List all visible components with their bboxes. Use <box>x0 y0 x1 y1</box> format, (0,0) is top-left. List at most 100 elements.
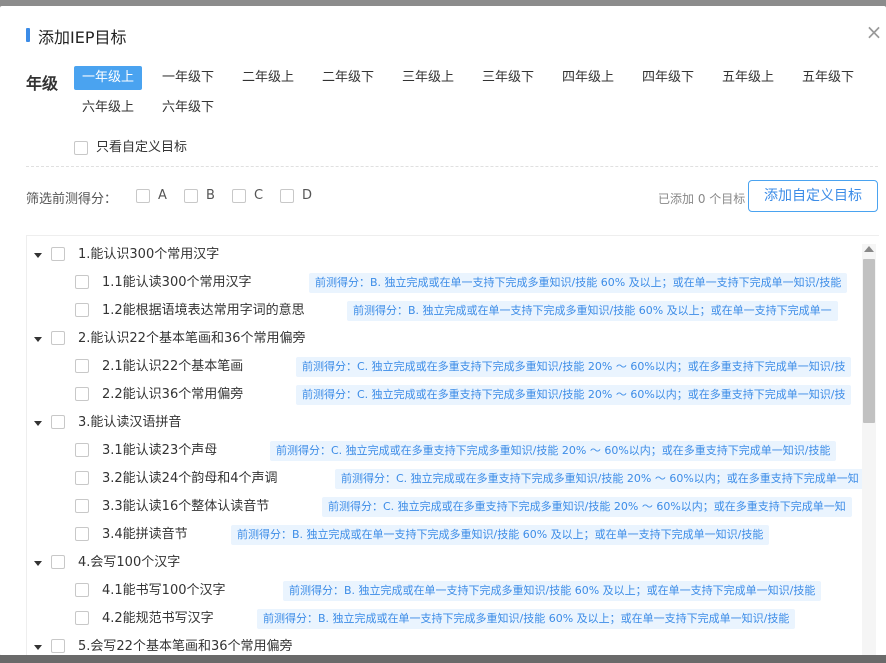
goal-checkbox[interactable] <box>51 555 65 569</box>
tab-grade-4[interactable]: 三年级上 <box>394 66 462 90</box>
subgoal-checkbox[interactable] <box>75 359 89 373</box>
subgoal-row[interactable]: 1.1能认读300个常用汉字 前测得分：B. 独立完成或在单一支持下完成多重知识/… <box>27 269 879 297</box>
tab-grade-7[interactable]: 四年级下 <box>634 66 702 90</box>
score-badge: 前测得分：B. 独立完成或在单一支持下完成多重知识/技能 60% 及以上；或在单… <box>347 301 838 321</box>
tab-grade-5[interactable]: 三年级下 <box>474 66 542 90</box>
tab-grade-2[interactable]: 二年级上 <box>234 66 302 90</box>
subgoal-checkbox[interactable] <box>75 303 89 317</box>
subgoal-row[interactable]: 4.2能规范书写汉字 前测得分：B. 独立完成或在单一支持下完成多重知识/技能 6… <box>27 605 879 633</box>
scroll-up-icon[interactable] <box>864 246 874 252</box>
goal-checkbox[interactable] <box>51 331 65 345</box>
goal-checkbox[interactable] <box>51 639 65 653</box>
tab-grade-6[interactable]: 四年级上 <box>554 66 622 90</box>
custom-only-label: 只看自定义目标 <box>96 140 188 155</box>
subgoal-label: 2.2能认识36个常用偏旁 <box>102 387 244 402</box>
chevron-down-icon[interactable] <box>34 337 42 342</box>
custom-only-checkbox[interactable] <box>74 140 88 155</box>
subgoal-checkbox[interactable] <box>75 443 89 457</box>
score-badge: 前测得分：C. 独立完成或在多重支持下完成多重知识/技能 20% ～ 60%以内… <box>322 497 852 517</box>
chevron-down-icon[interactable] <box>34 561 42 566</box>
subgoal-row[interactable]: 3.1能认读23个声母 前测得分：C. 独立完成或在多重支持下完成多重知识/技能 … <box>27 437 879 465</box>
score-badge: 前测得分：C. 独立完成或在多重支持下完成多重知识/技能 20% ～ 60%以内… <box>270 441 837 461</box>
tab-grade-1[interactable]: 一年级下 <box>154 66 222 90</box>
goal-checkbox[interactable] <box>51 247 65 261</box>
subgoal-checkbox[interactable] <box>75 275 89 289</box>
subgoal-checkbox[interactable] <box>75 611 89 625</box>
goal-list: 1.能认识300个常用汉字 1.1能认读300个常用汉字 前测得分：B. 独立完成或… <box>26 235 879 656</box>
filter-option-b[interactable]: B <box>184 188 215 203</box>
goal-label: 4.会写100个汉字 <box>78 555 181 570</box>
goal-label: 1.能认识300个常用汉字 <box>78 247 220 262</box>
subgoal-row[interactable]: 3.2能认读24个韵母和4个声调 前测得分：C. 独立完成或在多重支持下完成多重知… <box>27 465 879 493</box>
title-accent-bar <box>26 28 30 42</box>
subgoal-label: 4.1能书写100个汉字 <box>102 583 226 598</box>
chevron-down-icon[interactable] <box>34 421 42 426</box>
filter-option-label: C <box>254 188 264 203</box>
filter-option-label: D <box>302 188 313 203</box>
subgoal-checkbox[interactable] <box>75 387 89 401</box>
subgoal-label: 1.1能认读300个常用汉字 <box>102 275 252 290</box>
filter-checkbox-c[interactable] <box>232 188 246 203</box>
tab-grade-11[interactable]: 六年级下 <box>154 96 222 120</box>
goal-row[interactable]: 1.能认识300个常用汉字 <box>27 241 879 269</box>
scrollbar-thumb[interactable] <box>863 259 875 423</box>
subgoal-row[interactable]: 2.1能认识22个基本笔画 前测得分：C. 独立完成或在多重支持下完成多重知识/技… <box>27 353 879 381</box>
custom-only-filter[interactable]: 只看自定义目标 <box>74 136 187 155</box>
goal-row[interactable]: 2.能认识22个基本笔画和36个常用偏旁 <box>27 325 879 353</box>
score-badge: 前测得分：C. 独立完成或在多重支持下完成多重知识/技能 20% ～ 60%以内… <box>296 385 852 405</box>
add-iep-goal-dialog: 添加IEP目标 × 年级 一年级上 一年级下 二年级上 二年级下 三年级上 三年级下 四年级… <box>0 6 886 656</box>
filter-checkbox-a[interactable] <box>136 188 150 203</box>
subgoal-label: 3.4能拼读音节 <box>102 527 188 542</box>
chevron-down-icon[interactable] <box>34 645 42 650</box>
goal-row[interactable]: 3.能认读汉语拼音 <box>27 409 879 437</box>
score-badge: 前测得分：C. 独立完成或在多重支持下完成多重知识/技能 20% ～ 60%以内… <box>296 357 852 377</box>
score-badge: 前测得分：B. 独立完成或在单一支持下完成多重知识/技能 60% 及以上；或在单… <box>309 273 848 293</box>
filter-checkbox-b[interactable] <box>184 188 198 203</box>
subgoal-checkbox[interactable] <box>75 583 89 597</box>
subgoal-label: 4.2能规范书写汉字 <box>102 611 214 626</box>
subgoal-checkbox[interactable] <box>75 527 89 541</box>
goal-checkbox[interactable] <box>51 415 65 429</box>
subgoal-label: 2.1能认识22个基本笔画 <box>102 359 244 374</box>
close-icon[interactable]: × <box>864 22 884 42</box>
added-count: 已添加 0 个目标 <box>658 192 746 206</box>
subgoal-checkbox[interactable] <box>75 499 89 513</box>
subgoal-checkbox[interactable] <box>75 471 89 485</box>
tab-grade-9[interactable]: 五年级下 <box>794 66 862 90</box>
tab-grade-8[interactable]: 五年级上 <box>714 66 782 90</box>
score-badge: 前测得分：B. 独立完成或在单一支持下完成多重知识/技能 60% 及以上；或在单… <box>231 525 770 545</box>
filter-option-c[interactable]: C <box>232 188 263 203</box>
filter-option-a[interactable]: A <box>136 188 167 203</box>
filter-option-label: A <box>158 188 167 203</box>
filter-checkbox-d[interactable] <box>280 188 294 203</box>
divider <box>26 166 878 167</box>
page-backdrop-bottom <box>0 655 886 663</box>
subgoal-row[interactable]: 4.1能书写100个汉字 前测得分：B. 独立完成或在单一支持下完成多重知识/技能… <box>27 577 879 605</box>
subgoal-label: 1.2能根据语境表达常用字词的意思 <box>102 303 305 318</box>
goal-label: 3.能认读汉语拼音 <box>78 415 182 430</box>
filter-label: 筛选前测得分： <box>26 192 118 207</box>
goal-label: 2.能认识22个基本笔画和36个常用偏旁 <box>78 331 306 346</box>
add-custom-goal-button[interactable]: 添加自定义目标 <box>748 180 878 212</box>
goal-label: 5.会写22个基本笔画和36个常用偏旁 <box>78 639 293 654</box>
subgoal-row[interactable]: 1.2能根据语境表达常用字词的意思 前测得分：B. 独立完成或在单一支持下完成多重… <box>27 297 879 325</box>
score-badge: 前测得分：B. 独立完成或在单一支持下完成多重知识/技能 60% 及以上；或在单… <box>257 609 796 629</box>
tab-grade-3[interactable]: 二年级下 <box>314 66 382 90</box>
score-badge: 前测得分：B. 独立完成或在单一支持下完成多重知识/技能 60% 及以上；或在单… <box>283 581 822 601</box>
subgoal-label: 3.3能认读16个整体认读音节 <box>102 499 270 514</box>
filter-option-d[interactable]: D <box>280 188 312 203</box>
goal-row[interactable]: 5.会写22个基本笔画和36个常用偏旁 <box>27 633 879 656</box>
filter-option-label: B <box>206 188 215 203</box>
tab-grade-10[interactable]: 六年级上 <box>74 96 142 120</box>
subgoal-row[interactable]: 3.4能拼读音节 前测得分：B. 独立完成或在单一支持下完成多重知识/技能 60%… <box>27 521 879 549</box>
subgoal-row[interactable]: 2.2能认识36个常用偏旁 前测得分：C. 独立完成或在多重支持下完成多重知识/技… <box>27 381 879 409</box>
chevron-down-icon[interactable] <box>34 253 42 258</box>
subgoal-label: 3.1能认读23个声母 <box>102 443 218 458</box>
subgoal-row[interactable]: 3.3能认读16个整体认读音节 前测得分：C. 独立完成或在多重支持下完成多重知识… <box>27 493 879 521</box>
tab-grade-0[interactable]: 一年级上 <box>74 66 143 90</box>
dialog-title: 添加IEP目标 <box>38 28 127 47</box>
goal-row[interactable]: 4.会写100个汉字 <box>27 549 879 577</box>
grade-label: 年级 <box>26 74 59 93</box>
score-badge: 前测得分：C. 独立完成或在多重支持下完成多重知识/技能 20% ～ 60%以内… <box>335 469 865 489</box>
subgoal-label: 3.2能认读24个韵母和4个声调 <box>102 471 278 486</box>
